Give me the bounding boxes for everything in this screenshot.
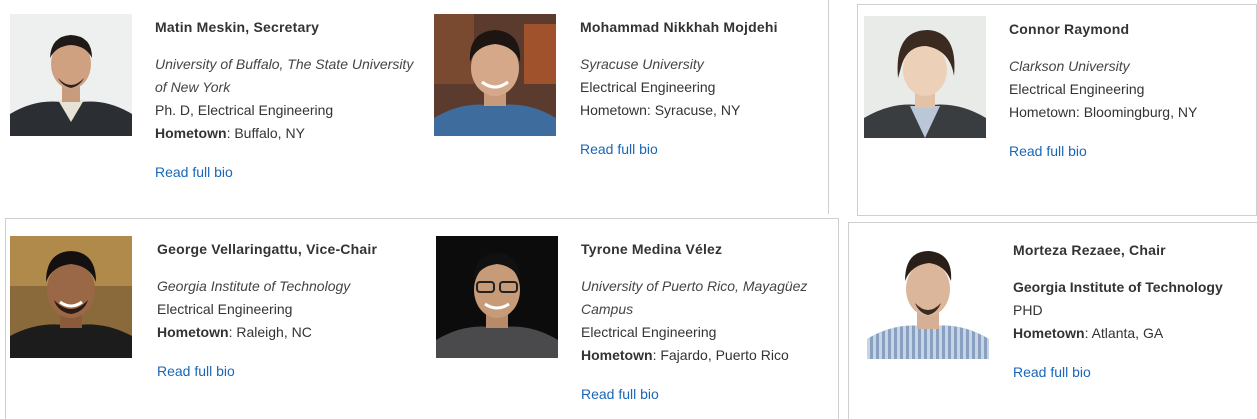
university: Georgia Institute of Technology bbox=[1013, 279, 1223, 295]
read-full-bio-link[interactable]: Read full bio bbox=[580, 141, 658, 157]
degree: Electrical Engineering bbox=[1009, 81, 1145, 97]
profile-photo bbox=[10, 14, 132, 136]
profile-photo bbox=[867, 237, 989, 359]
profile-photo bbox=[10, 236, 132, 358]
read-full-bio-link[interactable]: Read full bio bbox=[155, 164, 233, 180]
divider-horizontal bbox=[5, 218, 838, 219]
person-photo-icon bbox=[864, 16, 986, 138]
profile-photo bbox=[864, 16, 986, 138]
person-photo-icon bbox=[867, 237, 989, 359]
hometown: Hometown: Syracuse, NY bbox=[580, 102, 741, 118]
read-full-bio-link[interactable]: Read full bio bbox=[1013, 364, 1091, 380]
profile-card: Morteza Rezaee, Chair Georgia Institute … bbox=[848, 222, 1257, 419]
person-name: Morteza Rezaee, Chair bbox=[1013, 242, 1166, 258]
person-name: Matin Meskin, Secretary bbox=[155, 19, 320, 35]
read-full-bio-link[interactable]: Read full bio bbox=[1009, 143, 1087, 159]
hometown: Hometown: Raleigh, NC bbox=[157, 324, 312, 340]
hometown-label: Hometown bbox=[155, 125, 227, 141]
person-name: Tyrone Medina Vélez bbox=[581, 241, 723, 257]
profile-card: Tyrone Medina Vélez University of Puerto… bbox=[427, 222, 837, 419]
degree: Electrical Engineering bbox=[157, 301, 293, 317]
hometown-label: Hometown bbox=[1013, 325, 1085, 341]
person-photo-icon bbox=[434, 14, 556, 136]
university: Clarkson University bbox=[1009, 58, 1130, 74]
hometown-label: Hometown bbox=[581, 347, 653, 363]
hometown: Hometown: Atlanta, GA bbox=[1013, 325, 1164, 341]
profile-card: Connor Raymond Clarkson University Elect… bbox=[857, 4, 1257, 216]
university: University of Buffalo, The State Univers… bbox=[155, 56, 414, 95]
read-full-bio-link[interactable]: Read full bio bbox=[157, 363, 235, 379]
profile-card: Matin Meskin, Secretary University of Bu… bbox=[0, 0, 420, 210]
read-full-bio-link[interactable]: Read full bio bbox=[581, 386, 659, 402]
hometown: Hometown: Fajardo, Puerto Rico bbox=[581, 347, 789, 363]
person-photo-icon bbox=[436, 236, 558, 358]
person-name: Mohammad Nikkhah Mojdehi bbox=[580, 19, 778, 35]
degree: Electrical Engineering bbox=[581, 324, 717, 340]
university: Georgia Institute of Technology bbox=[157, 278, 351, 294]
hometown-label: Hometown bbox=[157, 324, 229, 340]
person-photo-icon bbox=[10, 236, 132, 358]
profile-photo bbox=[436, 236, 558, 358]
university: Syracuse University bbox=[580, 56, 704, 72]
hometown: Hometown: Bloomingburg, NY bbox=[1009, 104, 1198, 120]
profile-photo bbox=[434, 14, 556, 136]
degree: PHD bbox=[1013, 302, 1043, 318]
degree: Electrical Engineering bbox=[580, 79, 716, 95]
profile-card: Mohammad Nikkhah Mojdehi Syracuse Univer… bbox=[425, 0, 825, 210]
hometown-value: Raleigh, NC bbox=[236, 324, 312, 340]
person-name: Connor Raymond bbox=[1009, 21, 1130, 37]
person-photo-icon bbox=[10, 14, 132, 136]
university: University of Puerto Rico, Mayagüez Camp… bbox=[581, 278, 808, 317]
hometown-value: Fajardo, Puerto Rico bbox=[660, 347, 789, 363]
profile-card: George Vellaringattu, Vice-Chair Georgia… bbox=[0, 222, 420, 417]
divider-vertical bbox=[838, 218, 839, 419]
hometown-value: Buffalo, NY bbox=[234, 125, 305, 141]
hometown-value: Atlanta, GA bbox=[1091, 325, 1164, 341]
degree: Ph. D, Electrical Engineering bbox=[155, 102, 334, 118]
hometown: Hometown: Buffalo, NY bbox=[155, 125, 305, 141]
person-name: George Vellaringattu, Vice-Chair bbox=[157, 241, 378, 257]
divider-vertical bbox=[828, 0, 829, 214]
